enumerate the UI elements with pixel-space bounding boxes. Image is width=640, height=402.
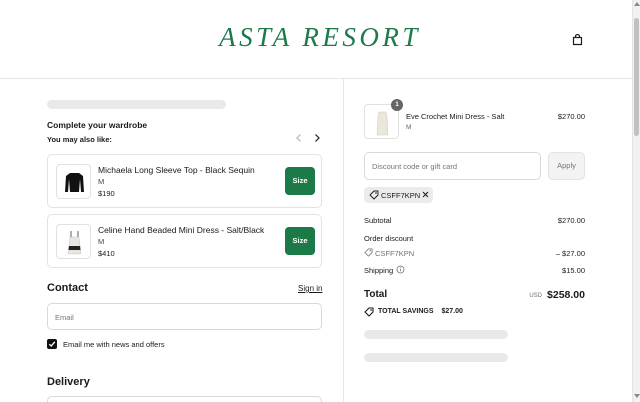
product-image bbox=[56, 164, 91, 199]
carousel-next-icon[interactable] bbox=[312, 133, 322, 143]
total-value: $258.00 bbox=[547, 289, 585, 301]
subtotal-value: $270.00 bbox=[557, 216, 585, 225]
express-checkout-placeholder bbox=[47, 100, 226, 109]
recommendations-title: Complete your wardrobe bbox=[47, 120, 148, 130]
order-item-name: Eve Crochet Mini Dress - Salt bbox=[406, 112, 505, 121]
brand-logo[interactable]: ASTA RESORT bbox=[0, 22, 640, 53]
total-savings-value: $27.00 bbox=[441, 308, 463, 315]
discount-code-input[interactable]: Discount code or gift card bbox=[364, 152, 541, 180]
scroll-down-icon[interactable] bbox=[634, 394, 640, 398]
order-item-price: $270.00 bbox=[557, 112, 585, 121]
subtotal-label: Subtotal bbox=[364, 216, 392, 225]
tag-icon bbox=[369, 190, 379, 200]
product-variant: M bbox=[98, 177, 105, 186]
column-divider bbox=[343, 79, 344, 402]
order-discount-value: – $27.00 bbox=[555, 249, 585, 258]
quantity-badge: 1 bbox=[391, 99, 403, 111]
product-price: $410 bbox=[98, 249, 115, 258]
shopping-bag-icon[interactable] bbox=[571, 33, 584, 46]
applied-discount-chip: CSFF7KPN bbox=[364, 187, 433, 203]
total-currency: USD bbox=[529, 293, 542, 299]
scrollbar-thumb[interactable] bbox=[634, 18, 639, 136]
country-select[interactable] bbox=[47, 396, 322, 402]
order-discount-label: Order discount bbox=[364, 234, 414, 243]
apply-discount-button[interactable]: Apply bbox=[548, 152, 585, 180]
recommendations-subtitle: You may also like: bbox=[47, 135, 112, 144]
scroll-up-icon[interactable] bbox=[634, 2, 640, 6]
savings-tag-icon bbox=[364, 307, 374, 317]
delivery-heading: Delivery bbox=[47, 376, 90, 388]
page-scrollbar[interactable] bbox=[632, 0, 640, 402]
loading-placeholder bbox=[364, 353, 508, 362]
recommended-product-card: Celine Hand Beaded Mini Dress - Salt/Bla… bbox=[47, 214, 322, 268]
sign-in-link[interactable]: Sign in bbox=[298, 284, 322, 293]
total-label: Total bbox=[364, 289, 388, 300]
total-savings: TOTAL SAVINGS $27.00 bbox=[378, 308, 463, 315]
info-icon[interactable] bbox=[396, 265, 405, 274]
product-name: Celine Hand Beaded Mini Dress - Salt/Bla… bbox=[98, 225, 265, 235]
product-name: Michaela Long Sleeve Top - Black Sequin bbox=[98, 165, 255, 175]
email-placeholder: Email bbox=[55, 313, 74, 322]
size-button[interactable]: Size bbox=[285, 167, 315, 195]
applied-code: CSFF7KPN bbox=[381, 191, 421, 200]
remove-discount-icon[interactable] bbox=[421, 190, 430, 199]
shipping-value: $15.00 bbox=[562, 266, 585, 275]
product-image bbox=[56, 224, 91, 259]
loading-placeholder bbox=[364, 330, 508, 339]
discount-placeholder: Discount code or gift card bbox=[372, 162, 458, 171]
recommended-product-card: Michaela Long Sleeve Top - Black Sequin … bbox=[47, 154, 322, 208]
email-field[interactable]: Email bbox=[47, 303, 322, 330]
order-discount-code: CSFF7KPN bbox=[375, 249, 415, 258]
total-savings-label: TOTAL SAVINGS bbox=[378, 308, 434, 315]
product-price: $190 bbox=[98, 189, 115, 198]
site-header: ASTA RESORT bbox=[0, 0, 640, 79]
tag-icon bbox=[364, 248, 373, 257]
newsletter-label: Email me with news and offers bbox=[63, 340, 165, 349]
size-button[interactable]: Size bbox=[285, 227, 315, 255]
checkmark-icon bbox=[48, 341, 56, 347]
order-item-variant: M bbox=[406, 124, 412, 131]
carousel-prev-icon[interactable] bbox=[294, 133, 304, 143]
contact-heading: Contact bbox=[47, 282, 88, 294]
newsletter-checkbox[interactable] bbox=[47, 339, 57, 349]
shipping-label: Shipping bbox=[364, 266, 394, 275]
product-variant: M bbox=[98, 237, 105, 246]
